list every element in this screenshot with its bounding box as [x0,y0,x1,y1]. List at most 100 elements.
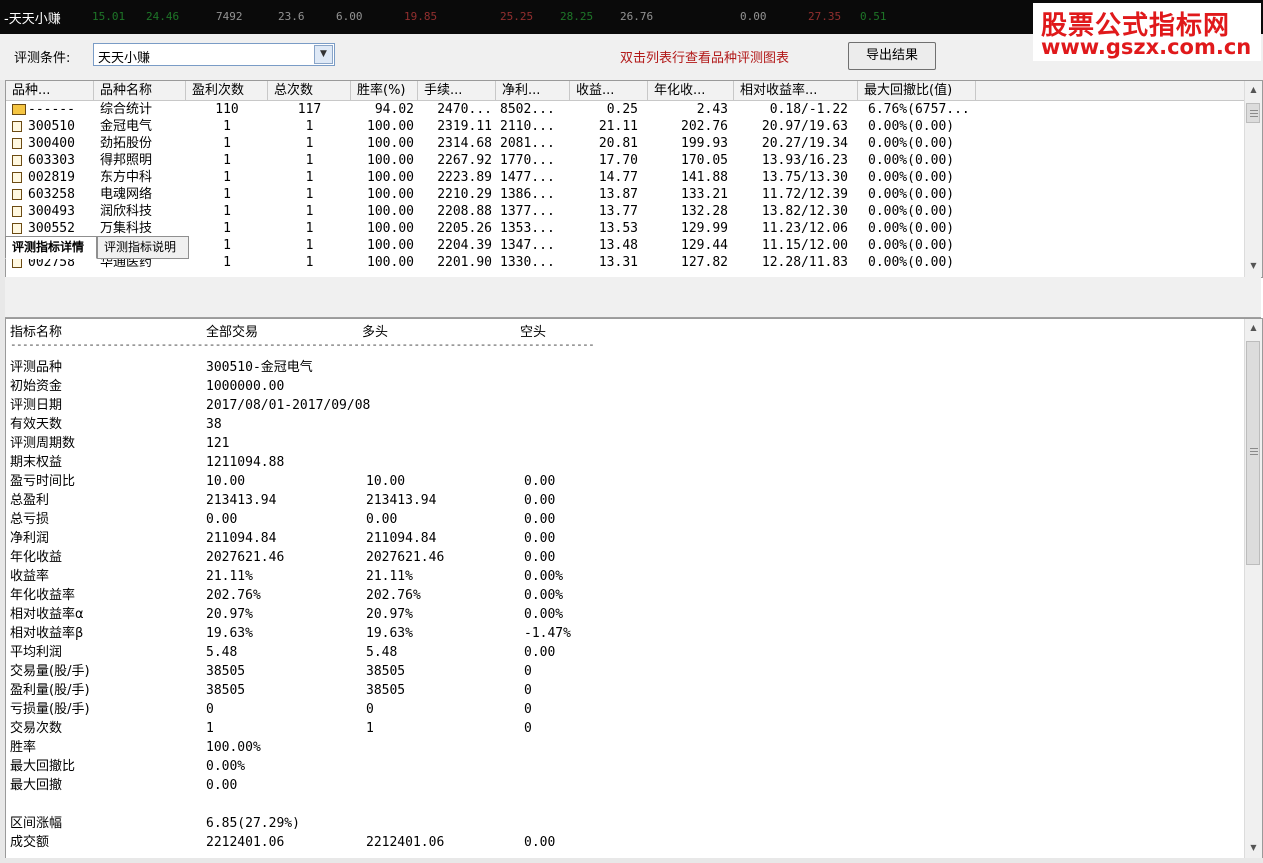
table-row[interactable]: 300400 劲拓股份 1 1 100.00 2314.68 2081... 20.81 199… [6,135,1244,152]
results-grid[interactable]: 品种... 品种名称 盈利次数 总次数 胜率(%) 手续... 净利... 收益... 年化收.… [5,80,1263,278]
cell-rel: 11.72/12.39 [761,187,848,202]
site-watermark: 股票公式指标网 www.gszx.com.cn [1033,3,1261,61]
column-header[interactable]: 相对收益率... [734,81,858,100]
detail-name: 最大回撤 [10,778,63,793]
cell-net: 2081... [500,136,555,151]
table-row[interactable]: 603258 电魂网络 1 1 100.00 2210.29 1386... 13.87 133… [6,186,1244,203]
column-header[interactable]: 品种... [6,81,94,100]
detail-long: 38505 [366,683,406,698]
detail-all: 21.11% [206,569,253,584]
column-header[interactable]: 净利... [496,81,570,100]
detail-long: 1 [366,721,374,736]
detail-name: 盈利量(股/手) [10,683,90,698]
detail-row: 区间涨幅 6.85(27.29%) [6,814,1236,833]
detail-long: 5.48 [366,645,398,660]
column-header[interactable]: 最大回撤比(值) [858,81,976,100]
condition-select[interactable]: 天天小赚 ▼ [93,43,335,66]
file-icon [12,121,22,132]
cell-rel: 13.93/16.23 [761,153,848,168]
cell-code: 300552 [28,221,75,236]
table-row[interactable]: 300510 金冠电气 1 1 100.00 2319.11 2110... 21.11 202… [6,118,1244,135]
cell-code: ------ [28,102,75,117]
cell-rel: 0.18/-1.22 [769,102,848,117]
cell-net: 1377... [500,204,555,219]
cell-ret: 13.77 [598,204,638,219]
tab-indicator-explanation[interactable]: 评测指标说明 [97,236,189,259]
cell-name: 润欣科技 [100,204,153,219]
detail-short: 0.00% [524,607,564,622]
tab-indicator-details[interactable]: 评测指标详情 [5,236,97,259]
grid-scrollbar[interactable]: ▲ ▼ [1244,81,1262,277]
detail-long: 211094.84 [366,531,437,546]
scroll-down-icon[interactable]: ▼ [1245,257,1262,274]
cell-rel: 11.15/12.00 [761,238,848,253]
cell-dd: 0.00%(0.00) [868,153,955,168]
cell-fee: 2204.39 [437,238,492,253]
cell-name: 东方中科 [100,170,153,185]
column-header[interactable]: 收益... [570,81,648,100]
cell-fee: 2210.29 [437,187,492,202]
detail-all: 0.00 [206,778,238,793]
export-button[interactable]: 导出结果 [848,42,936,70]
cell-name: 劲拓股份 [100,136,153,151]
cell-code: 603303 [28,153,75,168]
column-header[interactable]: 盈利次数 [186,81,268,100]
splitter-band[interactable] [5,277,1261,318]
detail-short: 0 [524,702,532,717]
detail-short: 0.00 [524,645,556,660]
cell-dd: 0.00%(0.00) [868,187,955,202]
cell-code: 002819 [28,170,75,185]
column-header[interactable]: 总次数 [268,81,351,100]
scroll-thumb[interactable] [1246,341,1260,565]
folder-icon [12,104,26,115]
table-row[interactable]: 002758 华通医药 1 1 100.00 2201.90 1330... 13.31 127… [6,254,1244,271]
scroll-up-icon[interactable]: ▲ [1245,81,1262,98]
cell-dd: 0.00%(0.00) [868,170,955,185]
file-icon [12,138,22,149]
column-header[interactable]: 品种名称 [94,81,186,100]
detail-all: 20.97% [206,607,253,622]
cell-ret: 13.48 [598,238,638,253]
cell-net: 1477... [500,170,555,185]
detail-row: 盈亏时间比 10.00 10.00 0.00 [6,472,1236,491]
detail-name: 总盈利 [10,493,50,508]
detail-name: 年化收益率 [10,588,76,603]
cell-fee: 2314.68 [437,136,492,151]
table-row[interactable]: 300493 润欣科技 1 1 100.00 2208.88 1377... 13.77 132… [6,203,1244,220]
detail-all: 6.85(27.29%) [206,816,300,831]
scroll-down-icon[interactable]: ▼ [1245,839,1262,856]
table-row[interactable]: 300552 万集科技 1 1 100.00 2205.26 1353... 13.53 129… [6,220,1244,237]
column-header[interactable]: 手续... [418,81,496,100]
cell-annual: 133.21 [681,187,728,202]
cell-fee: 2223.89 [437,170,492,185]
detail-name: 成交额 [10,835,50,850]
detail-name: 有效天数 [10,417,63,432]
cell-annual: 127.82 [681,255,728,270]
scroll-up-icon[interactable]: ▲ [1245,319,1262,336]
cell-net: 8502... [500,102,555,117]
detail-all: 19.63% [206,626,253,641]
ticker-value: 27.35 [808,10,842,23]
table-row[interactable]: 1 1 100.00 2204.39 1347... 13.48 129.44 11.15/1… [6,237,1244,254]
cell-fee: 2319.11 [437,119,492,134]
summary-row[interactable]: ------ 综合统计 110 117 94.02 2470... 8502... 0.25 2… [6,101,1244,118]
ticker-value: 0.51 [860,10,887,23]
ticker-value: 6.00 [336,10,363,23]
chevron-down-icon[interactable]: ▼ [314,45,333,64]
table-row[interactable]: 002819 东方中科 1 1 100.00 2223.89 1477... 14.77 141… [6,169,1244,186]
column-header[interactable]: 胜率(%) [351,81,418,100]
cell-fee: 2267.92 [437,153,492,168]
cell-wins: 1 [223,187,231,202]
scroll-thumb[interactable] [1246,103,1260,123]
detail-short: 0 [524,664,532,679]
column-header[interactable]: 年化收... [648,81,734,100]
table-row[interactable]: 603303 得邦照明 1 1 100.00 2267.92 1770... 17.70 170… [6,152,1244,169]
detail-row: 总亏损 0.00 0.00 0.00 [6,510,1236,529]
detail-scrollbar[interactable]: ▲ ▼ [1244,319,1262,859]
cell-total: 1 [305,170,314,185]
detail-name: 交易次数 [10,721,63,736]
detail-row: 胜率 100.00% [6,738,1236,757]
detail-all: 0.00 [206,512,238,527]
detail-all: 2027621.46 [206,550,285,565]
detail-row: 年化收益 2027621.46 2027621.46 0.00 [6,548,1236,567]
